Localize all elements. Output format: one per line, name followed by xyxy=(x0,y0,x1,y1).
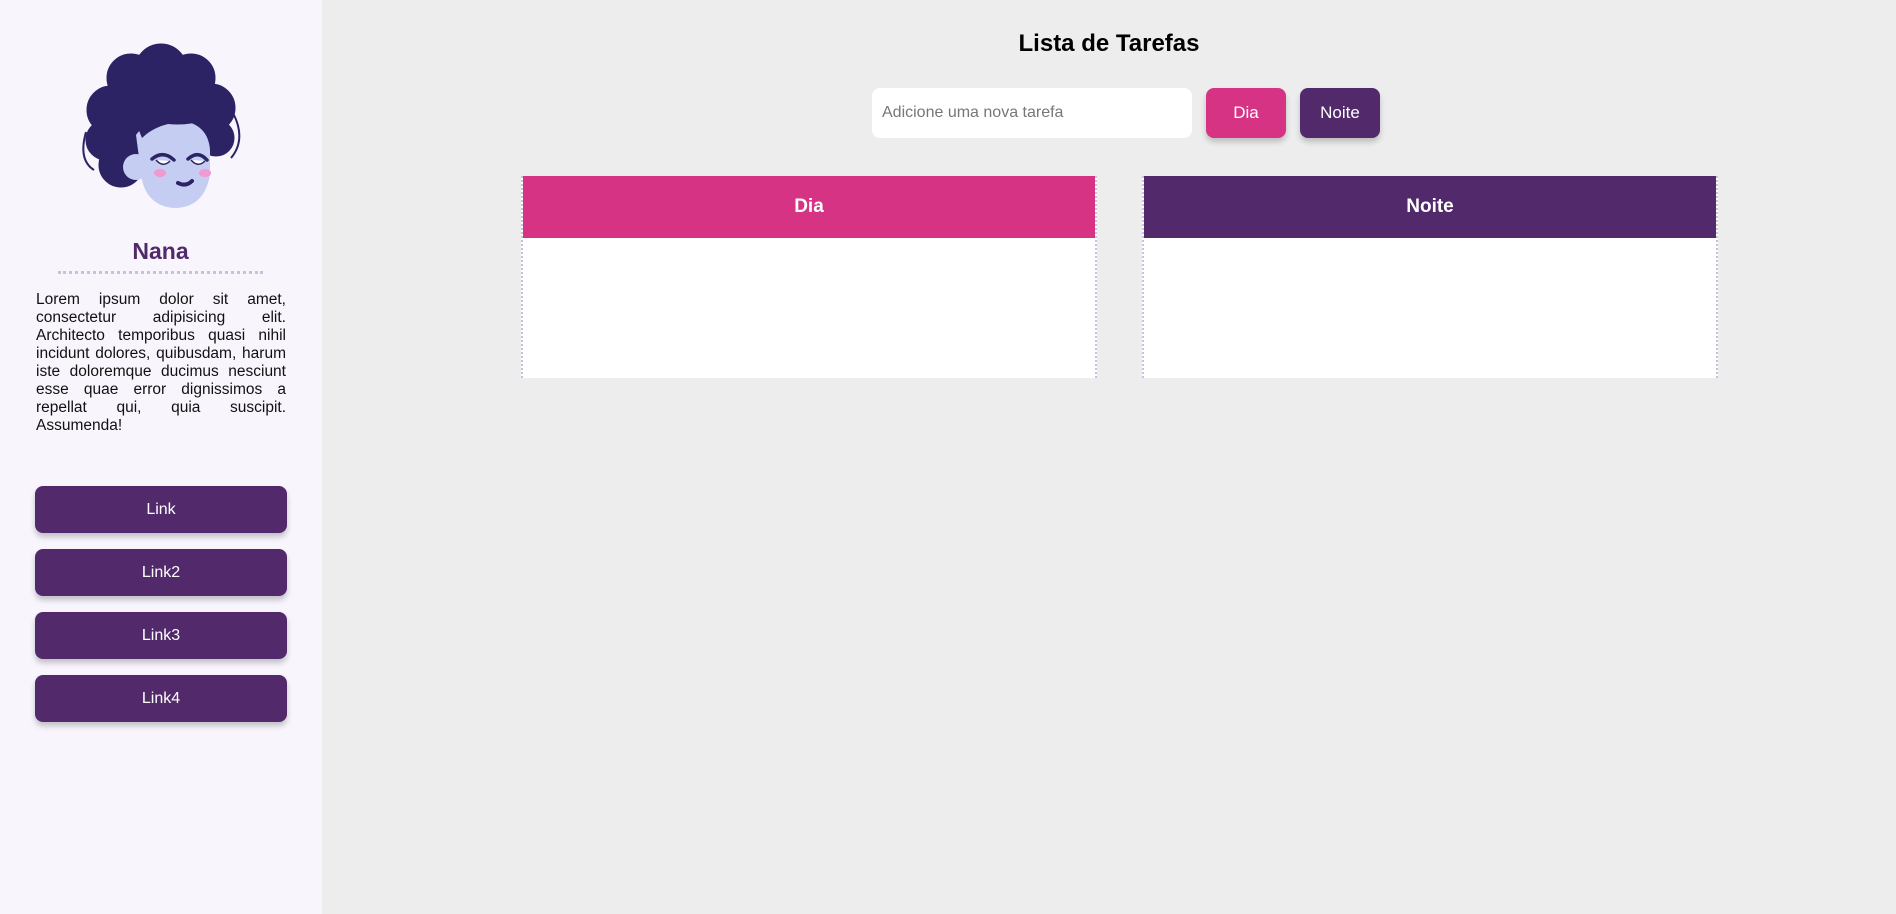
profile-bio: Lorem ipsum dolor sit amet, consectetur … xyxy=(36,291,286,434)
profile-name: Nana xyxy=(58,238,263,274)
sidebar-nav: Link Link2 Link3 Link4 xyxy=(35,486,287,738)
noite-column: Noite xyxy=(1142,176,1718,378)
dia-column: Dia xyxy=(521,176,1097,378)
add-noite-button[interactable]: Noite xyxy=(1300,88,1380,138)
page-title: Lista de Tarefas xyxy=(1018,30,1200,57)
dia-column-header: Dia xyxy=(523,176,1095,238)
nav-link-1[interactable]: Link xyxy=(35,486,287,533)
sidebar: Nana Lorem ipsum dolor sit amet, consect… xyxy=(0,0,322,914)
noite-task-list xyxy=(1144,238,1716,378)
nav-link-3[interactable]: Link3 xyxy=(35,612,287,659)
nav-link-4[interactable]: Link4 xyxy=(35,675,287,722)
add-dia-button[interactable]: Dia xyxy=(1206,88,1286,138)
nav-link-2[interactable]: Link2 xyxy=(35,549,287,596)
new-task-input[interactable] xyxy=(872,88,1192,138)
dia-task-list xyxy=(523,238,1095,378)
avatar xyxy=(82,43,241,208)
noite-column-header: Noite xyxy=(1144,176,1716,238)
